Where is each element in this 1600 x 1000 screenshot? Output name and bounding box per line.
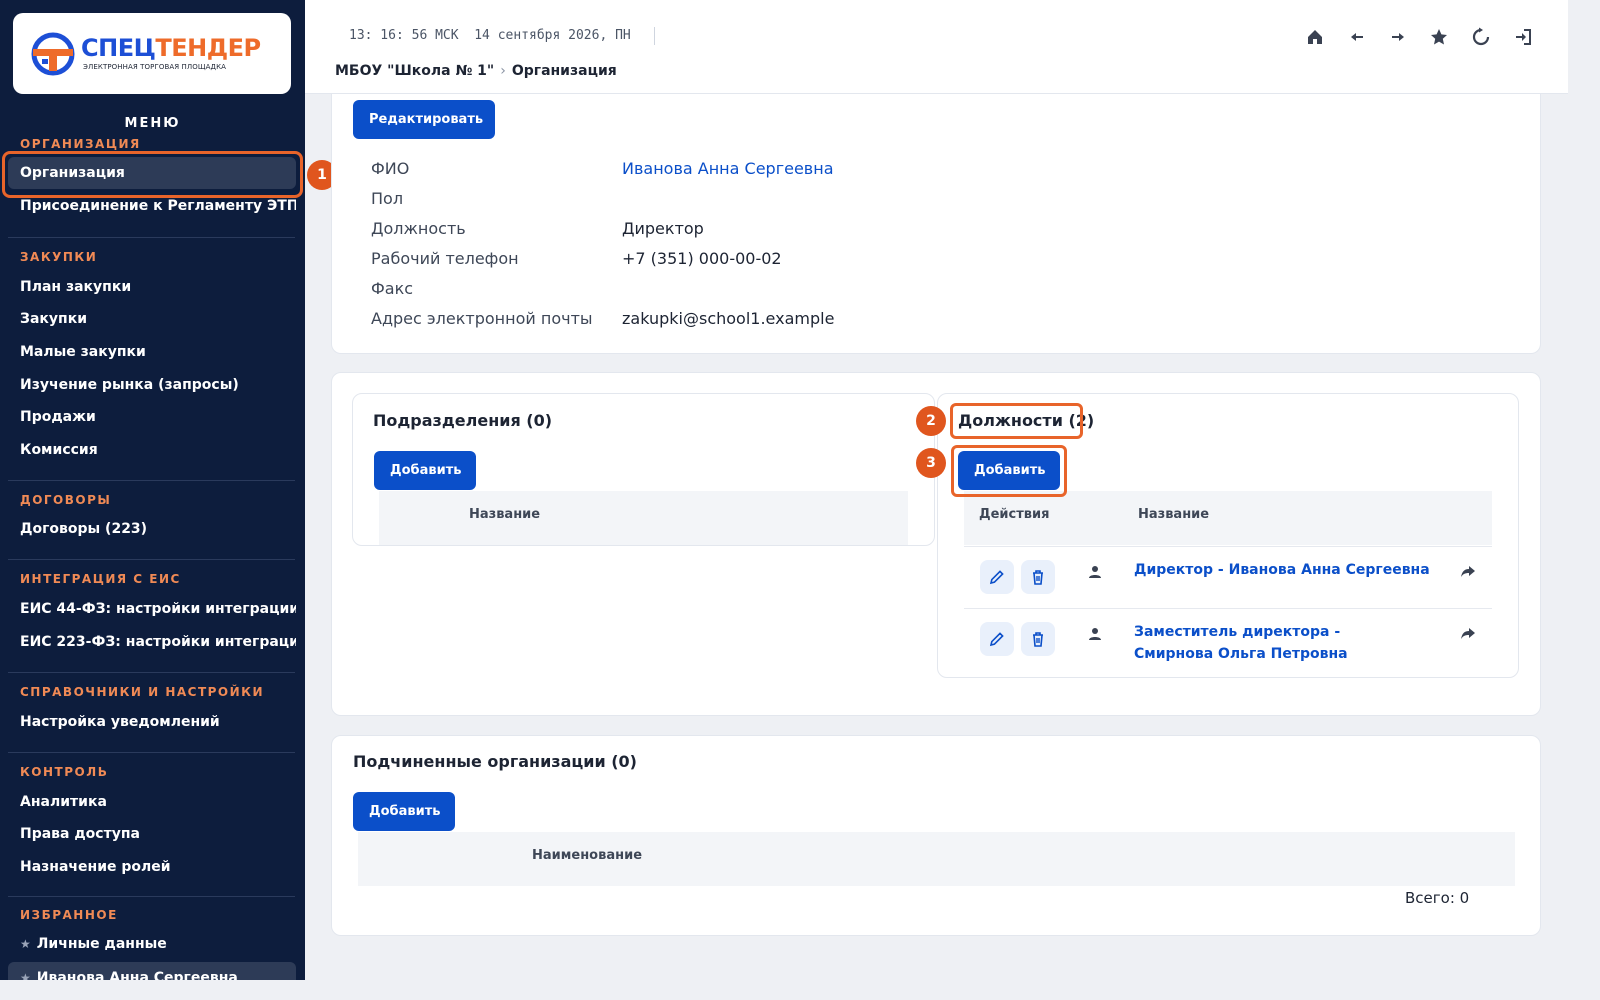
field-label-phone: Рабочий телефон <box>371 249 519 268</box>
positions-table-header: Действия Название <box>964 491 1492 545</box>
person-icon <box>1089 628 1101 640</box>
field-label-fax: Факс <box>371 279 414 298</box>
sidebar-item-eis-223[interactable]: ЕИС 223-ФЗ: настройки интеграции <box>8 626 296 658</box>
clock: 13: 16: 56 МСК 14 сентября 2026, ПН <box>349 28 631 43</box>
position-link[interactable]: Заместитель директора - Смирнова Ольга П… <box>1134 621 1424 665</box>
pencil-icon <box>989 570 1004 585</box>
column-header-name[interactable]: Название <box>469 507 540 522</box>
column-header-actions: Действия <box>979 507 1050 522</box>
add-division-button[interactable]: Добавить <box>374 451 476 490</box>
column-header-name[interactable]: Наименование <box>532 848 642 863</box>
subordinates-title: Подчиненные организации (0) <box>353 752 637 771</box>
breadcrumb-item-school[interactable]: МБОУ "Школа № 1" <box>335 63 494 79</box>
topbar: 13: 16: 56 МСК 14 сентября 2026, ПН МБОУ… <box>305 0 1568 94</box>
sidebar-item-small-purchases[interactable]: Малые закупки <box>8 336 296 368</box>
star-icon[interactable] <box>1428 26 1450 48</box>
edit-button[interactable]: Редактировать <box>353 100 495 139</box>
sidebar-item-sales[interactable]: Продажи <box>8 401 296 433</box>
position-link[interactable]: Директор - Иванова Анна Сергеевна <box>1134 559 1444 581</box>
clock-divider <box>654 27 655 45</box>
favorite-item-personal-data[interactable]: ★ Личные данные <box>8 928 296 960</box>
field-label-gender: Пол <box>371 189 404 208</box>
field-value-phone: +7 (351) 000-00-02 <box>622 249 782 268</box>
subordinates-table-header: Наименование <box>358 832 1515 886</box>
sidebar-item-market-research[interactable]: Изучение рынка (запросы) <box>8 369 296 401</box>
sidebar-item-regulation[interactable]: Присоединение к Регламенту ЭТП <box>8 190 296 222</box>
sidebar-item-notifications[interactable]: Настройка уведомлений <box>8 706 296 738</box>
sidebar-item-roles[interactable]: Назначение ролей <box>8 851 296 883</box>
edit-position-button[interactable] <box>980 560 1014 594</box>
field-label-email: Адрес электронной почты <box>371 309 593 328</box>
field-value-fio[interactable]: Иванова Анна Сергеевна <box>622 159 834 178</box>
logo-subtitle: ЭЛЕКТРОННАЯ ТОРГОВАЯ ПЛОЩАДКА <box>83 63 227 71</box>
divider <box>8 237 295 238</box>
trash-icon <box>1033 570 1043 585</box>
add-position-button[interactable]: Добавить <box>958 451 1060 490</box>
person-icon <box>1089 566 1101 578</box>
add-subordinate-button[interactable]: Добавить <box>353 792 455 831</box>
delete-position-button[interactable] <box>1021 560 1055 594</box>
breadcrumb: МБОУ "Школа № 1" › Организация <box>335 63 617 79</box>
share-icon[interactable] <box>1460 625 1476 641</box>
positions-title: Должности (2) <box>958 411 1095 430</box>
annotation-badge-3: 3 <box>916 448 946 478</box>
sidebar-item-purchase-plan[interactable]: План закупки <box>8 271 296 303</box>
favorite-label: Иванова Анна Сергеевна <box>36 970 238 980</box>
favorite-label: Личные данные <box>36 936 167 952</box>
field-value-position: Директор <box>622 219 704 238</box>
menu-title: МЕНЮ <box>124 116 181 131</box>
logo[interactable]: СПЕЦТЕНДЕР ЭЛЕКТРОННАЯ ТОРГОВАЯ ПЛОЩАДКА <box>13 13 291 94</box>
divider <box>8 896 295 897</box>
home-icon[interactable] <box>1304 26 1326 48</box>
refresh-icon[interactable] <box>1470 26 1492 48</box>
sidebar-item-access-rights[interactable]: Права доступа <box>8 818 296 850</box>
section-head-favorites: ИЗБРАННОЕ <box>20 908 118 922</box>
pencil-icon <box>989 632 1004 647</box>
sidebar: СПЕЦТЕНДЕР ЭЛЕКТРОННАЯ ТОРГОВАЯ ПЛОЩАДКА… <box>0 0 305 980</box>
divider <box>8 480 295 481</box>
section-head-settings: СПРАВОЧНИКИ И НАСТРОЙКИ <box>20 685 265 699</box>
field-value-email: zakupki@school1.example <box>622 309 835 328</box>
sidebar-item-analytics[interactable]: Аналитика <box>8 786 296 818</box>
sidebar-item-organization[interactable]: Организация <box>8 157 296 189</box>
sidebar-item-commission[interactable]: Комиссия <box>8 434 296 466</box>
star-icon: ★ <box>20 937 31 951</box>
forward-icon[interactable] <box>1387 26 1409 48</box>
breadcrumb-item-current: Организация <box>511 63 617 79</box>
logout-icon[interactable] <box>1512 26 1534 48</box>
section-head-contracts: ДОГОВОРЫ <box>20 493 112 507</box>
delete-position-button[interactable] <box>1021 622 1055 656</box>
divisions-table-header: Название <box>379 491 908 545</box>
star-icon: ★ <box>20 971 31 980</box>
section-head-purchases: ЗАКУПКИ <box>20 250 98 264</box>
sidebar-item-eis-44[interactable]: ЕИС 44-ФЗ: настройки интеграции <box>8 593 296 625</box>
divider <box>8 752 295 753</box>
section-head-organization: ОРГАНИЗАЦИЯ <box>20 137 141 151</box>
annotation-badge-2: 2 <box>916 406 946 436</box>
favorite-item-profile[interactable]: ★ Иванова Анна Сергеевна <box>8 962 296 980</box>
field-label-fio: ФИО <box>371 159 410 178</box>
column-header-name[interactable]: Название <box>1138 507 1209 522</box>
edit-position-button[interactable] <box>980 622 1014 656</box>
section-head-eis: ИНТЕГРАЦИЯ С ЕИС <box>20 572 181 586</box>
divider <box>8 559 295 560</box>
divider <box>8 672 295 673</box>
trash-icon <box>1033 632 1043 647</box>
logo-wordmark: СПЕЦТЕНДЕР <box>81 34 261 62</box>
sidebar-item-purchases[interactable]: Закупки <box>8 303 296 335</box>
share-icon[interactable] <box>1460 563 1476 579</box>
back-icon[interactable] <box>1346 26 1368 48</box>
section-head-control: КОНТРОЛЬ <box>20 765 109 779</box>
total-count: Всего: 0 <box>1405 889 1470 907</box>
breadcrumb-separator: › <box>500 63 506 79</box>
sidebar-item-contracts[interactable]: Договоры (223) <box>8 513 296 545</box>
logo-emblem-icon <box>31 32 75 76</box>
divisions-title: Подразделения (0) <box>373 411 553 430</box>
field-label-position: Должность <box>371 219 466 238</box>
